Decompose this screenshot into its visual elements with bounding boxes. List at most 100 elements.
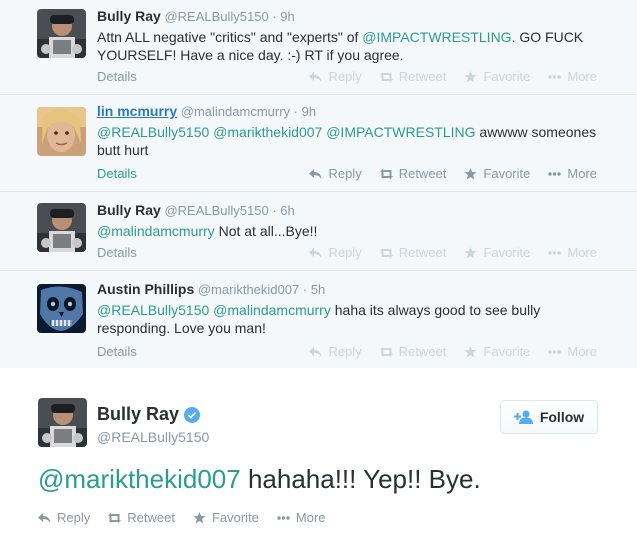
retweet-icon bbox=[379, 346, 393, 357]
tweet-actions: Reply Retweet Favorite More bbox=[309, 344, 597, 359]
username[interactable]: @marikthekid007 bbox=[198, 282, 299, 297]
mention-link[interactable]: @REALBully5150 bbox=[97, 124, 209, 140]
tweet-content: Austin Phillips @marikthekid007 · 5h @RE… bbox=[97, 281, 609, 337]
more-button[interactable]: More bbox=[548, 245, 597, 260]
avatar[interactable] bbox=[38, 398, 87, 447]
reply-icon bbox=[309, 247, 322, 258]
reply-button[interactable]: Reply bbox=[309, 69, 362, 84]
favorite-icon bbox=[464, 345, 477, 357]
favorite-button[interactable]: Favorite bbox=[464, 69, 530, 84]
fullname[interactable]: Bully Ray bbox=[97, 8, 161, 24]
text-segment: Attn ALL negative "critics" and "experts… bbox=[97, 29, 363, 45]
fullname[interactable]: Austin Phillips bbox=[97, 281, 194, 297]
retweet-button[interactable]: Retweet bbox=[379, 245, 447, 260]
more-label: More bbox=[567, 166, 597, 181]
favorite-icon bbox=[193, 511, 206, 523]
more-button[interactable]: More bbox=[548, 166, 597, 181]
retweet-button[interactable]: Retweet bbox=[379, 166, 446, 181]
tweet-content: Bully Ray @REALBully5150 · 6h @malindamc… bbox=[97, 202, 609, 240]
reply-icon bbox=[309, 346, 322, 357]
favorite-label: Favorite bbox=[211, 510, 259, 525]
mention-link[interactable]: @IMPACTWRESTLING bbox=[326, 124, 475, 140]
more-button[interactable]: More bbox=[548, 344, 597, 359]
retweet-button[interactable]: Retweet bbox=[379, 69, 447, 84]
favorite-button[interactable]: Favorite bbox=[464, 245, 530, 260]
timestamp[interactable]: 5h bbox=[311, 282, 325, 297]
username[interactable]: @malindamcmurry bbox=[181, 104, 290, 119]
tweet-header: Bully Ray @REALBully5150 · 9h bbox=[97, 8, 609, 25]
avatar[interactable] bbox=[37, 9, 86, 58]
more-icon bbox=[277, 515, 290, 520]
timestamp[interactable]: 9h bbox=[302, 104, 316, 119]
favorite-button[interactable]: Favorite bbox=[464, 166, 530, 181]
favorite-icon bbox=[464, 167, 477, 179]
follow-button[interactable]: Follow bbox=[500, 400, 598, 434]
mention-link[interactable]: @malindamcmurry bbox=[97, 223, 215, 239]
favorite-button[interactable]: Favorite bbox=[464, 344, 530, 359]
expanded-author: Bully Ray @REALBully5150 bbox=[97, 404, 209, 445]
retweet-button[interactable]: Retweet bbox=[379, 344, 447, 359]
mention-link[interactable]: @marikthekid007 bbox=[38, 464, 241, 494]
more-label: More bbox=[295, 510, 326, 525]
mention-link[interactable]: @IMPACTWRESTLING bbox=[362, 29, 511, 45]
text-segment: Not at all...Bye!! bbox=[214, 223, 318, 239]
text-segment: hahaha!!! Yep!! Bye. bbox=[240, 464, 481, 494]
retweet-label: Retweet bbox=[398, 344, 447, 359]
more-label: More bbox=[567, 344, 597, 359]
more-button[interactable]: More bbox=[548, 69, 597, 84]
reply-button[interactable]: Reply bbox=[309, 245, 362, 260]
favorite-label: Favorite bbox=[483, 69, 531, 84]
expanded-username[interactable]: @REALBully5150 bbox=[97, 429, 209, 445]
details-link[interactable]: Details bbox=[97, 245, 137, 260]
more-label: More bbox=[567, 69, 597, 84]
tweet-actions: Reply Retweet Favorite More bbox=[309, 69, 597, 84]
favorite-icon bbox=[464, 70, 477, 82]
reply-label: Reply bbox=[328, 166, 362, 181]
username[interactable]: @REALBully5150 bbox=[164, 9, 268, 24]
fullname[interactable]: Bully Ray bbox=[97, 202, 161, 218]
tweet-content: Bully Ray @REALBully5150 · 9h Attn ALL n… bbox=[97, 8, 609, 64]
tweet-header: Austin Phillips @marikthekid007 · 5h bbox=[97, 281, 609, 298]
reply-label: Reply bbox=[57, 510, 91, 525]
retweet-icon bbox=[108, 512, 122, 523]
mention-link[interactable]: @marikthekid007 bbox=[213, 124, 322, 140]
favorite-label: Favorite bbox=[483, 166, 531, 181]
reply-label: Reply bbox=[328, 344, 362, 359]
tweet-footer: Details Reply Retweet Favorite More bbox=[97, 69, 597, 85]
retweet-label: Retweet bbox=[398, 245, 447, 260]
avatar[interactable] bbox=[37, 284, 86, 333]
thread-tweet[interactable]: Bully Ray @REALBully5150 · 9h Attn ALL n… bbox=[0, 0, 637, 95]
retweet-icon bbox=[379, 168, 393, 179]
details-link[interactable]: Details bbox=[97, 166, 137, 181]
reply-button[interactable]: Reply bbox=[309, 344, 362, 359]
expanded-fullname[interactable]: Bully Ray bbox=[97, 404, 201, 425]
avatar[interactable] bbox=[37, 107, 86, 156]
more-button[interactable]: More bbox=[277, 510, 326, 525]
favorite-button[interactable]: Favorite bbox=[193, 510, 259, 525]
avatar[interactable] bbox=[37, 203, 86, 252]
reply-button[interactable]: Reply bbox=[38, 510, 90, 525]
thread-tweet[interactable]: Austin Phillips @marikthekid007 · 5h @RE… bbox=[0, 271, 637, 369]
tweet-text: @REALBully5150 @marikthekid007 @IMPACTWR… bbox=[97, 123, 609, 159]
retweet-label: Retweet bbox=[398, 69, 447, 84]
timestamp[interactable]: 9h bbox=[280, 9, 294, 24]
mention-link[interactable]: @REALBully5150 bbox=[97, 302, 209, 318]
tweet-actions: Reply Retweet Favorite More bbox=[309, 245, 597, 260]
tweet-footer: Details Reply Retweet Favorite More bbox=[97, 245, 597, 261]
username[interactable]: @REALBully5150 bbox=[164, 203, 268, 218]
expanded-tweet-actions: Reply Retweet Favorite More bbox=[38, 510, 326, 525]
more-icon bbox=[548, 74, 562, 79]
tweet-text: @malindamcmurry Not at all...Bye!! bbox=[97, 222, 609, 240]
details-link[interactable]: Details bbox=[97, 344, 137, 359]
retweet-icon bbox=[379, 247, 393, 258]
thread-tweet[interactable]: lin mcmurry @malindamcmurry · 9h @REALBu… bbox=[0, 95, 637, 192]
reply-icon bbox=[309, 71, 322, 82]
tweet-footer: Details Reply Retweet Favorite More bbox=[97, 166, 597, 182]
retweet-button[interactable]: Retweet bbox=[108, 510, 175, 525]
thread-tweet[interactable]: Bully Ray @REALBully5150 · 6h @malindamc… bbox=[0, 192, 637, 271]
reply-button[interactable]: Reply bbox=[309, 166, 362, 181]
fullname[interactable]: lin mcmurry bbox=[97, 103, 177, 119]
timestamp[interactable]: 6h bbox=[280, 203, 294, 218]
mention-link[interactable]: @malindamcmurry bbox=[213, 302, 331, 318]
details-link[interactable]: Details bbox=[97, 69, 137, 84]
